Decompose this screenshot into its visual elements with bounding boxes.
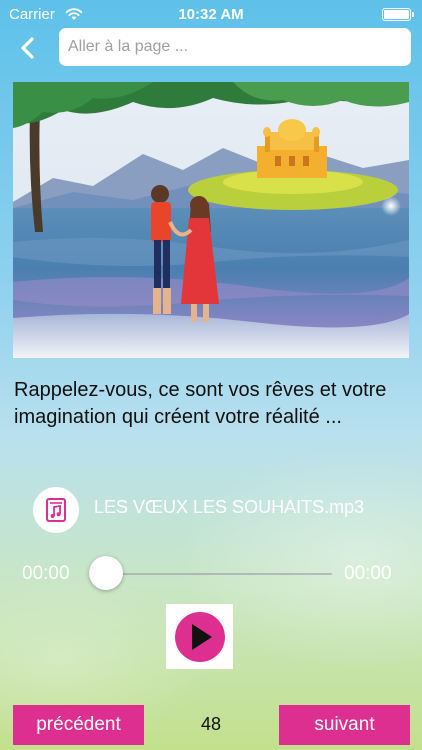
play-button[interactable] [166, 604, 233, 669]
music-file-icon [33, 487, 79, 533]
battery-icon [382, 8, 414, 21]
story-illustration [13, 82, 409, 358]
back-button[interactable] [14, 34, 42, 62]
current-time-label: 00:00 [22, 563, 70, 584]
next-page-button[interactable]: suivant [279, 705, 410, 745]
seek-slider[interactable] [89, 556, 332, 592]
previous-page-button[interactable]: précédent [13, 705, 144, 745]
page-caption: Rappelez-vous, ce sont vos rêves et votr… [14, 379, 387, 428]
status-time: 10:32 AM [178, 6, 244, 23]
page-search-input[interactable] [59, 28, 411, 66]
page-number: 48 [200, 714, 222, 734]
seek-track [106, 573, 332, 575]
audio-file-title: LES VŒUX LES SOUHAITS.mp3 [94, 497, 365, 517]
status-bar: Carrier 10:32 AM [0, 0, 422, 30]
seek-thumb[interactable] [89, 556, 123, 590]
total-time-label: 00:00 [344, 563, 392, 584]
play-icon [174, 611, 225, 662]
chevron-left-icon [21, 37, 34, 59]
